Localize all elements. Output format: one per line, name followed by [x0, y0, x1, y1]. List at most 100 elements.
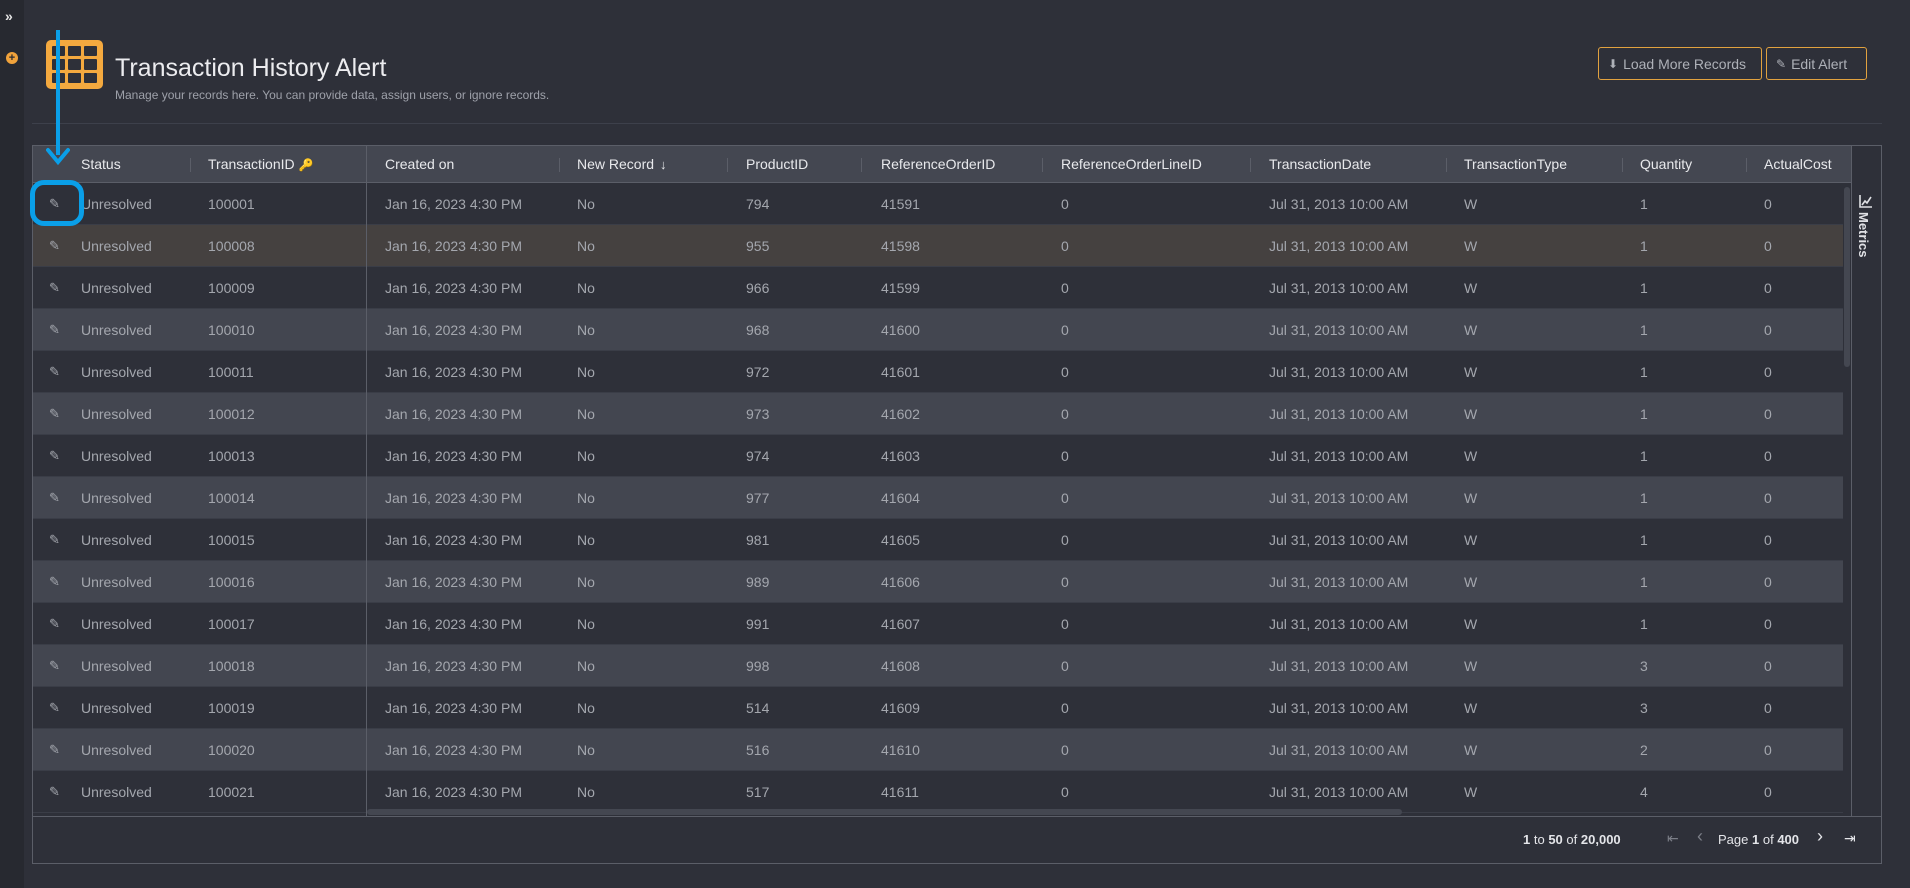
- cell-reference-order-line-id: 0: [1061, 280, 1069, 296]
- table-row[interactable]: ✎ Unresolved 100020 Jan 16, 2023 4:30 PM No 5…: [33, 729, 1843, 771]
- edit-row-icon[interactable]: ✎: [49, 449, 63, 463]
- edit-row-icon[interactable]: ✎: [49, 491, 63, 505]
- column-header-new-record[interactable]: New Record ↓: [577, 146, 667, 183]
- page-of-text: of: [1762, 832, 1774, 847]
- annotation-arrow-head: [46, 148, 70, 166]
- horizontal-scrollbar[interactable]: [367, 808, 1843, 816]
- cell-transaction-date: Jul 31, 2013 10:00 AM: [1269, 616, 1409, 632]
- cell-quantity: 1: [1640, 448, 1648, 464]
- table-row[interactable]: ✎ Unresolved 100014 Jan 16, 2023 4:30 PM No 9…: [33, 477, 1843, 519]
- edit-row-icon[interactable]: ✎: [49, 239, 63, 253]
- cell-quantity: 4: [1640, 784, 1648, 800]
- cell-created-on: Jan 16, 2023 4:30 PM: [385, 406, 522, 422]
- edit-row-icon[interactable]: ✎: [49, 365, 63, 379]
- table-row[interactable]: ✎ Unresolved 100011 Jan 16, 2023 4:30 PM No 9…: [33, 351, 1843, 393]
- edit-alert-button[interactable]: ✎ Edit Alert: [1766, 47, 1867, 80]
- edit-row-icon[interactable]: ✎: [49, 575, 63, 589]
- table-row[interactable]: ✎ Unresolved 100015 Jan 16, 2023 4:30 PM No 9…: [33, 519, 1843, 561]
- cell-status: Unresolved: [81, 196, 152, 212]
- column-resize-handle[interactable]: [861, 158, 862, 172]
- column-header-transaction-id[interactable]: TransactionID 🔑: [208, 146, 314, 183]
- column-label: New Record: [577, 156, 655, 172]
- table-row[interactable]: ✎ Unresolved 100013 Jan 16, 2023 4:30 PM No 9…: [33, 435, 1843, 477]
- cell-quantity: 1: [1640, 364, 1648, 380]
- cell-product-id: 973: [746, 406, 770, 422]
- column-resize-handle[interactable]: [727, 158, 728, 172]
- column-header-product-id[interactable]: ProductID: [746, 146, 808, 183]
- edit-row-icon[interactable]: ✎: [49, 281, 63, 295]
- column-header-created-on[interactable]: Created on: [385, 146, 454, 183]
- column-resize-handle[interactable]: [1250, 158, 1251, 172]
- edit-row-icon[interactable]: ✎: [49, 743, 63, 757]
- table-row[interactable]: ✎ Unresolved 100021 Jan 16, 2023 4:30 PM No 5…: [33, 771, 1843, 813]
- expand-sidebar-icon[interactable]: »: [5, 8, 13, 24]
- edit-row-icon[interactable]: ✎: [49, 659, 63, 673]
- add-icon[interactable]: +: [6, 52, 18, 64]
- cell-actual-cost: 0: [1764, 196, 1772, 212]
- grid-viewport: Status TransactionID 🔑 Created on New Rec…: [33, 146, 1851, 816]
- edit-row-icon[interactable]: ✎: [49, 785, 63, 799]
- edit-row-icon[interactable]: ✎: [49, 323, 63, 337]
- column-resize-handle[interactable]: [190, 158, 191, 172]
- pinned-columns-divider: [366, 146, 367, 816]
- cell-transaction-id: 100008: [208, 238, 255, 254]
- last-page-icon[interactable]: ⇥: [1844, 830, 1856, 847]
- column-resize-handle[interactable]: [1042, 158, 1043, 172]
- cell-actual-cost: 0: [1764, 784, 1772, 800]
- table-row[interactable]: ✎ Unresolved 100010 Jan 16, 2023 4:30 PM No 9…: [33, 309, 1843, 351]
- cell-transaction-date: Jul 31, 2013 10:00 AM: [1269, 532, 1409, 548]
- column-header-transaction-type[interactable]: TransactionType: [1464, 146, 1567, 183]
- column-header-reference-order-id[interactable]: ReferenceOrderID: [881, 146, 995, 183]
- column-header-actual-cost[interactable]: ActualCost: [1764, 146, 1832, 183]
- cell-quantity: 1: [1640, 322, 1648, 338]
- cell-status: Unresolved: [81, 280, 152, 296]
- vertical-scrollbar[interactable]: [1843, 183, 1851, 816]
- table-row[interactable]: ✎ Unresolved 100008 Jan 16, 2023 4:30 PM No 9…: [33, 225, 1843, 267]
- cell-transaction-id: 100018: [208, 658, 255, 674]
- table-row[interactable]: ✎ Unresolved 100012 Jan 16, 2023 4:30 PM No 9…: [33, 393, 1843, 435]
- load-more-records-button[interactable]: ⬇ Load More Records: [1598, 47, 1762, 80]
- metrics-side-tab[interactable]: Metrics: [1851, 146, 1881, 816]
- table-row[interactable]: ✎ Unresolved 100009 Jan 16, 2023 4:30 PM No 9…: [33, 267, 1843, 309]
- cell-transaction-date: Jul 31, 2013 10:00 AM: [1269, 700, 1409, 716]
- annotation-highlight-circle: [30, 180, 84, 226]
- header-divider: [32, 123, 1882, 124]
- cell-reference-order-line-id: 0: [1061, 406, 1069, 422]
- cell-created-on: Jan 16, 2023 4:30 PM: [385, 574, 522, 590]
- previous-page-icon[interactable]: ‹: [1697, 826, 1703, 847]
- edit-row-icon[interactable]: ✎: [49, 533, 63, 547]
- column-resize-handle[interactable]: [1446, 158, 1447, 172]
- edit-row-icon[interactable]: ✎: [49, 407, 63, 421]
- column-header-transaction-date[interactable]: TransactionDate: [1269, 146, 1371, 183]
- vertical-scrollbar-thumb[interactable]: [1844, 187, 1850, 367]
- cell-transaction-id: 100011: [208, 364, 254, 380]
- column-resize-handle[interactable]: [559, 158, 560, 172]
- table-row[interactable]: ✎ Unresolved 100016 Jan 16, 2023 4:30 PM No 9…: [33, 561, 1843, 603]
- cell-product-id: 955: [746, 238, 770, 254]
- table-row[interactable]: ✎ Unresolved 100001 Jan 16, 2023 4:30 PM No 7…: [33, 183, 1843, 225]
- column-resize-handle[interactable]: [1746, 158, 1747, 172]
- edit-row-icon[interactable]: ✎: [49, 701, 63, 715]
- cell-transaction-type: W: [1464, 364, 1478, 380]
- cell-product-id: 981: [746, 532, 770, 548]
- column-header-status[interactable]: Status: [81, 146, 121, 183]
- column-header-quantity[interactable]: Quantity: [1640, 146, 1692, 183]
- cell-reference-order-id: 41605: [881, 532, 920, 548]
- cell-reference-order-line-id: 0: [1061, 616, 1069, 632]
- cell-product-id: 968: [746, 322, 770, 338]
- column-header-reference-order-line-id[interactable]: ReferenceOrderLineID: [1061, 146, 1202, 183]
- table-row[interactable]: ✎ Unresolved 100019 Jan 16, 2023 4:30 PM No 5…: [33, 687, 1843, 729]
- edit-icon: ✎: [1776, 56, 1787, 71]
- cell-transaction-type: W: [1464, 616, 1478, 632]
- table-row[interactable]: ✎ Unresolved 100018 Jan 16, 2023 4:30 PM No 9…: [33, 645, 1843, 687]
- next-page-icon[interactable]: ›: [1817, 826, 1823, 847]
- first-page-icon[interactable]: ⇤: [1667, 830, 1679, 847]
- annotation-arrow-shaft: [56, 30, 60, 155]
- cell-actual-cost: 0: [1764, 322, 1772, 338]
- edit-row-icon[interactable]: ✎: [49, 617, 63, 631]
- cell-created-on: Jan 16, 2023 4:30 PM: [385, 658, 522, 674]
- horizontal-scrollbar-thumb[interactable]: [367, 809, 1402, 815]
- column-resize-handle[interactable]: [1622, 158, 1623, 172]
- table-grid-icon: [46, 40, 103, 89]
- table-row[interactable]: ✎ Unresolved 100017 Jan 16, 2023 4:30 PM No 9…: [33, 603, 1843, 645]
